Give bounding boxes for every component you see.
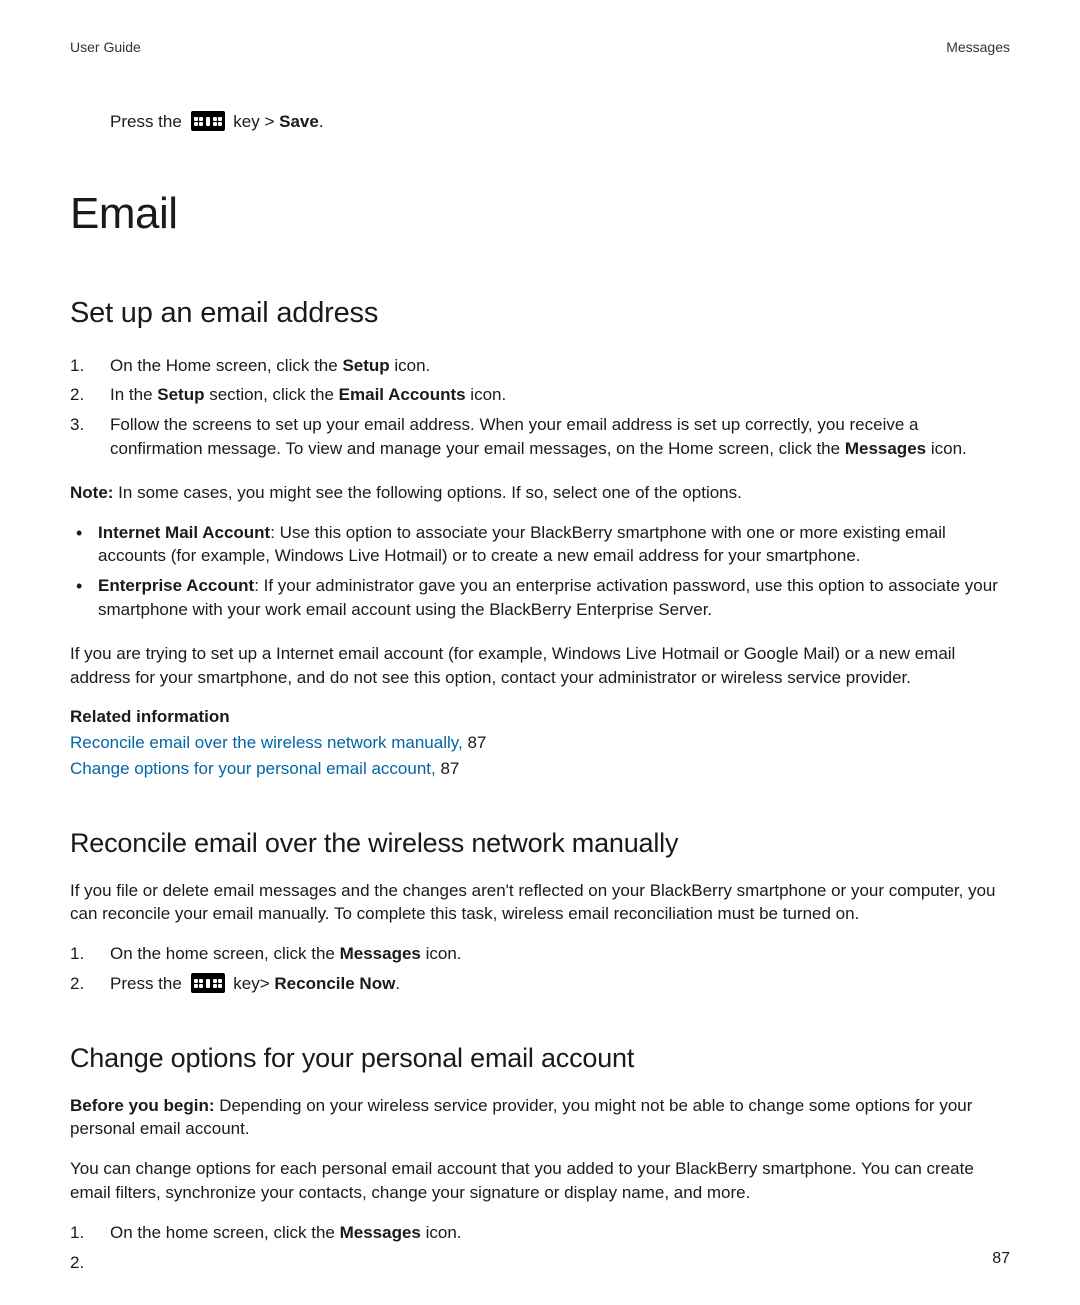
text: icon. <box>421 1223 462 1242</box>
press-save-instruction: Press the key > Save. <box>110 110 1010 134</box>
change-step-1: On the home screen, click the Messages i… <box>70 1221 1010 1245</box>
messages-bold: Messages <box>845 439 926 458</box>
text: On the Home screen, click the <box>110 356 342 375</box>
link-2-page: 87 <box>436 759 460 778</box>
reconcile-now-bold: Reconcile Now <box>274 974 395 993</box>
header-right: Messages <box>946 38 1010 58</box>
press-save-label: Save <box>279 112 319 131</box>
bullet-internet-mail: Internet Mail Account: Use this option t… <box>70 521 1010 569</box>
setup-steps: On the Home screen, click the Setup icon… <box>70 354 1010 461</box>
link-1-page: 87 <box>463 733 487 752</box>
bullet-enterprise: Enterprise Account: If your administrato… <box>70 574 1010 622</box>
setup-step-3: Follow the screens to set up your email … <box>70 413 1010 461</box>
blackberry-menu-key-icon <box>191 111 225 131</box>
blackberry-menu-key-icon <box>191 973 225 993</box>
note-label: Note: <box>70 483 113 502</box>
header-left: User Guide <box>70 38 141 58</box>
related-info-heading: Related information <box>70 705 1010 729</box>
text: icon. <box>390 356 431 375</box>
text: icon. <box>466 385 507 404</box>
setup-step-2: In the Setup section, click the Email Ac… <box>70 383 1010 407</box>
section-set-up-email: Set up an email address <box>70 293 1010 334</box>
text: In the <box>110 385 157 404</box>
setup-step-1: On the Home screen, click the Setup icon… <box>70 354 1010 378</box>
setup-bold: Setup <box>157 385 204 404</box>
link-change-options[interactable]: Change options for your personal email a… <box>70 759 436 778</box>
text: icon. <box>926 439 967 458</box>
press-prefix: Press the <box>110 112 187 131</box>
text: Press the <box>110 974 187 993</box>
change-options-steps: On the home screen, click the Messages i… <box>70 1221 1010 1245</box>
section-reconcile-email: Reconcile email over the wireless networ… <box>70 825 1010 863</box>
change-options-intro: You can change options for each personal… <box>70 1157 1010 1205</box>
messages-bold: Messages <box>340 944 421 963</box>
reconcile-steps: On the home screen, click the Messages i… <box>70 942 1010 996</box>
before-you-begin-paragraph: Before you begin: Depending on your wire… <box>70 1094 1010 1142</box>
text: . <box>395 974 400 993</box>
text: icon. <box>421 944 462 963</box>
link-reconcile-email[interactable]: Reconcile email over the wireless networ… <box>70 733 463 752</box>
messages-bold: Messages <box>340 1223 421 1242</box>
text: section, click the <box>205 385 339 404</box>
note-paragraph: Note: In some cases, you might see the f… <box>70 481 1010 505</box>
page-number: 87 <box>992 1248 1010 1270</box>
text: On the home screen, click the <box>110 1223 340 1242</box>
section-change-options: Change options for your personal email a… <box>70 1040 1010 1078</box>
setup-bold: Setup <box>342 356 389 375</box>
followup-paragraph: If you are trying to set up a Internet e… <box>70 642 1010 690</box>
note-text: In some cases, you might see the followi… <box>113 483 741 502</box>
press-key-after: key > <box>233 112 279 131</box>
chapter-title: Email <box>70 183 1010 245</box>
enterprise-bold: Enterprise Account <box>98 576 254 595</box>
reconcile-step-1: On the home screen, click the Messages i… <box>70 942 1010 966</box>
internet-mail-bold: Internet Mail Account <box>98 523 270 542</box>
press-period: . <box>319 112 324 131</box>
reconcile-intro: If you file or delete email messages and… <box>70 879 1010 927</box>
text: Follow the screens to set up your email … <box>110 415 919 458</box>
account-type-bullets: Internet Mail Account: Use this option t… <box>70 521 1010 622</box>
email-accounts-bold: Email Accounts <box>339 385 466 404</box>
text: On the home screen, click the <box>110 944 340 963</box>
text: key> <box>233 974 274 993</box>
page-header: User Guide Messages <box>70 38 1010 58</box>
before-label: Before you begin: <box>70 1096 215 1115</box>
related-link-1-line: Reconcile email over the wireless networ… <box>70 731 1010 755</box>
related-link-2-line: Change options for your personal email a… <box>70 757 1010 781</box>
reconcile-step-2: Press the key> Reconcile Now. <box>70 972 1010 996</box>
